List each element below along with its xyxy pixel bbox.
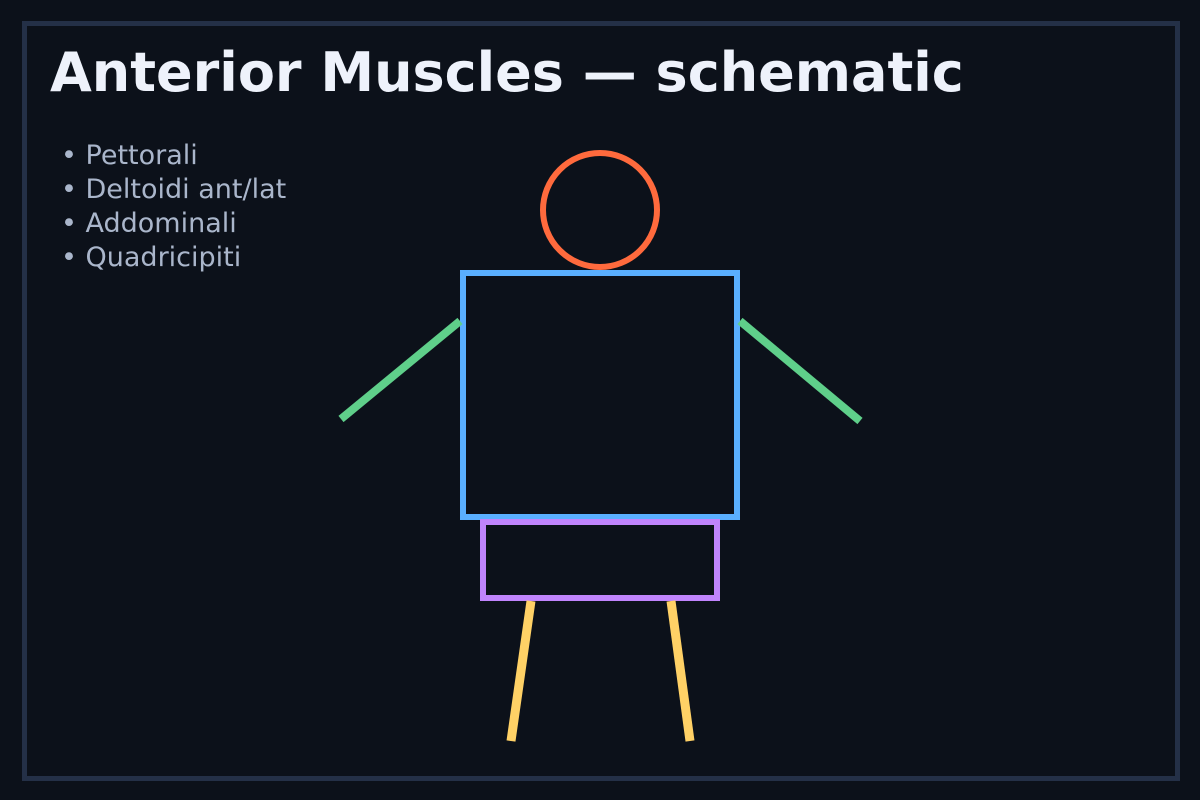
torso-shape xyxy=(460,270,740,520)
left-arm-shape xyxy=(338,317,463,423)
pelvis-shape xyxy=(480,519,720,601)
right-arm-shape xyxy=(737,317,863,425)
left-leg-shape xyxy=(506,600,536,742)
head-shape xyxy=(540,150,660,270)
body-schematic xyxy=(338,150,863,742)
right-leg-shape xyxy=(666,600,695,742)
